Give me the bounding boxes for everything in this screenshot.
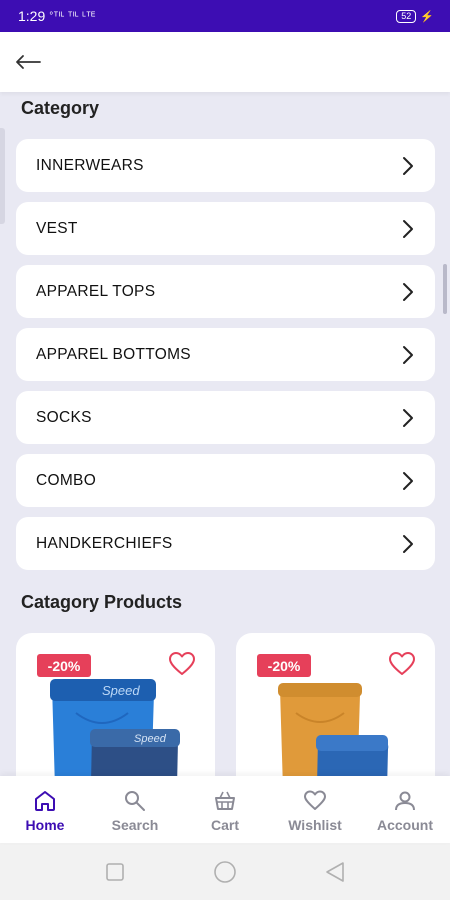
- network-indicator: °ᵀᴵᴸ ᵀᴵᴸ ᴸᵀᴱ: [49, 10, 96, 22]
- chevron-right-icon: [402, 345, 414, 365]
- category-item-label: COMBO: [36, 471, 97, 489]
- nav-item-search[interactable]: Search: [90, 776, 180, 843]
- content-area[interactable]: Category INNERWEARS VEST APPAREL TOPS AP…: [0, 92, 450, 776]
- back-system-button[interactable]: [323, 860, 347, 884]
- chevron-right-icon: [402, 471, 414, 491]
- category-item-label: APPAREL BOTTOMS: [36, 345, 191, 363]
- category-item-label: VEST: [36, 219, 78, 237]
- category-section-title: Category: [21, 98, 100, 118]
- products-section-title: Catagory Products: [21, 592, 183, 612]
- category-item-apparel-bottoms[interactable]: APPAREL BOTTOMS: [16, 328, 435, 381]
- heart-icon: [169, 652, 195, 675]
- scroll-edge: [0, 128, 5, 224]
- status-bar: 1:29 °ᵀᴵᴸ ᵀᴵᴸ ᴸᵀᴱ 52 ⚡: [0, 0, 450, 32]
- nav-label: Home: [25, 817, 65, 833]
- wishlist-button[interactable]: [388, 651, 416, 677]
- chevron-right-icon: [402, 219, 414, 239]
- user-icon: [395, 791, 415, 811]
- system-navigation-bar: [0, 843, 450, 900]
- category-item-vest[interactable]: VEST: [16, 202, 435, 255]
- circle-icon: [214, 860, 236, 883]
- battery-level: 52: [396, 9, 417, 23]
- product-image-blue-trunks: Speed Speed: [50, 679, 180, 776]
- status-time: 1:29: [18, 8, 46, 24]
- home-icon: [35, 791, 55, 811]
- discount-badge: -20%: [37, 654, 91, 677]
- category-item-handkerchiefs[interactable]: HANDKERCHIEFS: [16, 517, 435, 570]
- category-item-socks[interactable]: SOCKS: [16, 391, 435, 444]
- recent-apps-button[interactable]: [103, 860, 127, 884]
- heart-icon: [389, 652, 415, 675]
- search-icon: [125, 791, 145, 811]
- chevron-right-icon: [402, 156, 414, 176]
- chevron-right-icon: [402, 282, 414, 302]
- svg-text:Speed: Speed: [102, 683, 140, 698]
- category-item-label: APPAREL TOPS: [36, 282, 156, 300]
- home-system-button[interactable]: [213, 860, 237, 884]
- product-image-mustard-trunks: [278, 683, 389, 776]
- nav-label: Cart: [210, 817, 239, 833]
- nav-item-home[interactable]: Home: [0, 776, 90, 843]
- product-card[interactable]: Speed Speed -20%: [16, 633, 215, 776]
- nav-label: Account: [377, 817, 433, 833]
- nav-item-wishlist[interactable]: Wishlist: [270, 776, 360, 843]
- arrow-left-icon: [16, 55, 41, 69]
- category-item-label: SOCKS: [36, 408, 92, 426]
- bottom-navigation: Home Search Cart Wishlist Account: [0, 776, 450, 843]
- heart-icon: [304, 790, 326, 810]
- cart-icon: [215, 791, 235, 810]
- category-item-label: HANDKERCHIEFS: [36, 534, 173, 552]
- discount-badge: -20%: [257, 654, 311, 677]
- svg-text:Speed: Speed: [134, 733, 167, 745]
- chevron-right-icon: [402, 408, 414, 428]
- nav-label: Wishlist: [288, 817, 342, 833]
- chevron-right-icon: [402, 534, 414, 554]
- product-card[interactable]: -20%: [236, 633, 435, 776]
- nav-item-cart[interactable]: Cart: [180, 776, 270, 843]
- app-header: [0, 32, 450, 92]
- nav-label: Search: [111, 817, 159, 833]
- category-item-apparel-tops[interactable]: APPAREL TOPS: [16, 265, 435, 318]
- back-button[interactable]: [12, 46, 44, 78]
- charging-icon: ⚡: [420, 10, 434, 23]
- nav-item-account[interactable]: Account: [360, 776, 450, 843]
- category-item-innerwears[interactable]: INNERWEARS: [16, 139, 435, 192]
- triangle-back-icon: [326, 861, 344, 882]
- category-item-label: INNERWEARS: [36, 156, 144, 174]
- category-item-combo[interactable]: COMBO: [16, 454, 435, 507]
- wishlist-button[interactable]: [168, 651, 196, 677]
- scrollbar[interactable]: [443, 264, 447, 314]
- category-list: INNERWEARS VEST APPAREL TOPS APPAREL BOT…: [16, 139, 435, 580]
- square-icon: [106, 862, 124, 881]
